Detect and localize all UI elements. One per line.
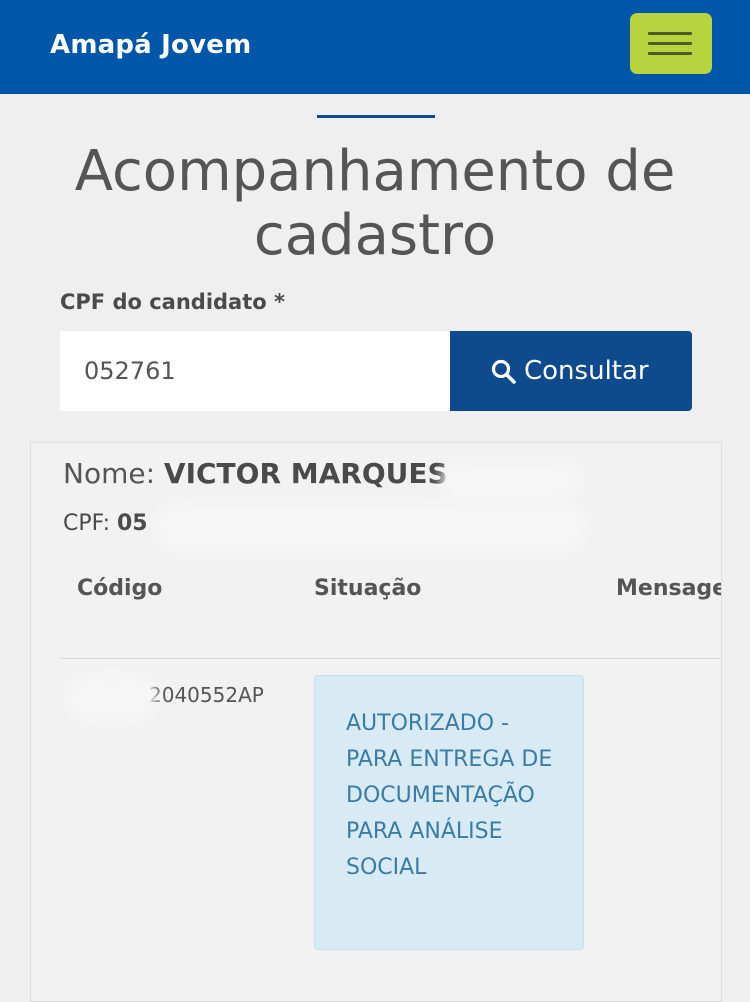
- top-navbar: Amapá Jovem: [0, 0, 750, 94]
- table-header-divider: [61, 658, 721, 659]
- status-badge: AUTORIZADO - PARA ENTREGA DE DOCUMENTAÇÃ…: [314, 675, 584, 950]
- search-button[interactable]: Consultar: [450, 331, 692, 411]
- page-title: Acompanhamento de cadastro: [74, 139, 676, 268]
- title-divider: [317, 115, 435, 118]
- codigo-cell: 2040552AP: [149, 683, 264, 707]
- search-icon: [491, 359, 516, 384]
- menu-toggle-button[interactable]: [630, 13, 712, 74]
- hamburger-menu-icon-bar: [648, 42, 692, 45]
- cpf-input[interactable]: [60, 331, 450, 411]
- candidate-name: Nome: VICTOR MARQUES: [63, 457, 448, 490]
- result-card: Nome: VICTOR MARQUES CPF: 05 Código Situ…: [30, 442, 722, 1002]
- search-button-label: Consultar: [524, 356, 649, 386]
- redaction-blur: [441, 461, 581, 501]
- name-label: Nome:: [63, 457, 156, 490]
- redaction-blur: [67, 675, 157, 721]
- brand-title[interactable]: Amapá Jovem: [50, 30, 251, 60]
- cpf-label: CPF:: [63, 511, 110, 536]
- name-value: VICTOR MARQUES: [163, 457, 448, 490]
- redaction-blur: [156, 501, 586, 551]
- cpf-value: 05: [117, 511, 148, 536]
- column-header-mensagem: Mensage: [616, 576, 722, 601]
- hamburger-menu-icon: [648, 32, 692, 35]
- column-header-situacao: Situação: [314, 576, 422, 601]
- hamburger-menu-icon-bar: [648, 52, 692, 55]
- column-header-codigo: Código: [77, 576, 163, 601]
- candidate-cpf: CPF: 05: [63, 511, 148, 536]
- cpf-field-label: CPF do candidato *: [60, 290, 285, 314]
